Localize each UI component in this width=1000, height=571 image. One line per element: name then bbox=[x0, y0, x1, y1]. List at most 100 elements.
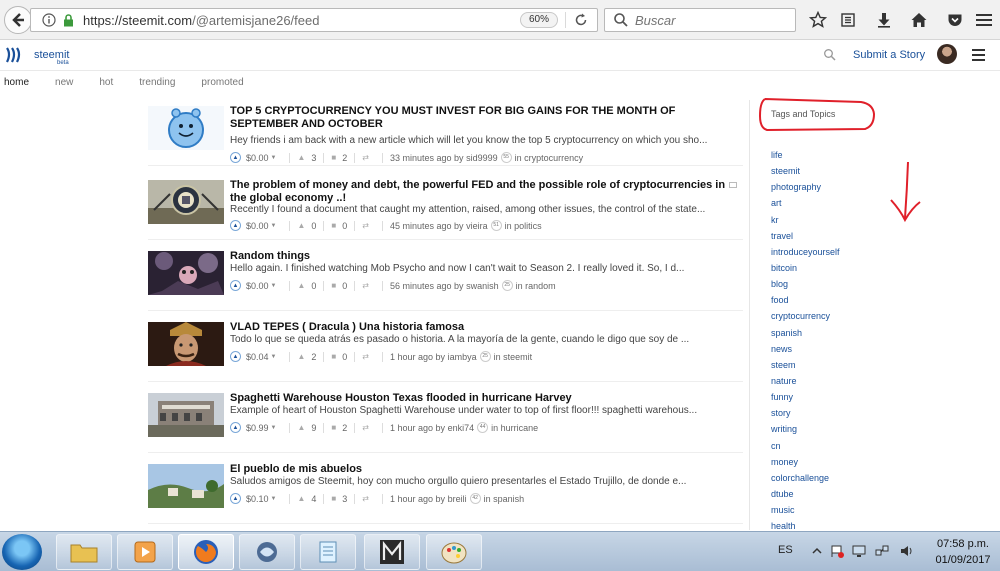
pocket-button[interactable] bbox=[943, 8, 967, 32]
language-indicator[interactable]: ES bbox=[778, 544, 793, 556]
firefox-taskbar-button[interactable] bbox=[178, 534, 234, 570]
post-title[interactable]: El pueblo de mis abuelos bbox=[230, 463, 730, 476]
tag-link[interactable]: spanish bbox=[771, 327, 840, 343]
resteem-icon[interactable]: ⇄ bbox=[362, 494, 369, 503]
resteem-icon[interactable]: ⇄ bbox=[362, 221, 369, 230]
nav-promoted[interactable]: promoted bbox=[201, 72, 243, 94]
tag-link[interactable]: funny bbox=[771, 391, 840, 407]
post-title[interactable]: The problem of money and debt, the power… bbox=[230, 179, 730, 204]
post-time[interactable]: 1 hour ago bbox=[390, 352, 433, 362]
upvote-icon[interactable]: ▲ bbox=[230, 152, 241, 163]
nav-trending[interactable]: trending bbox=[139, 72, 175, 94]
post-comments[interactable]: 2 bbox=[342, 153, 347, 163]
tag-link[interactable]: photography bbox=[771, 181, 840, 197]
post-category[interactable]: random bbox=[525, 281, 556, 291]
post-time[interactable]: 33 minutes ago bbox=[390, 153, 452, 163]
upvote-icon[interactable]: ▲ bbox=[230, 493, 241, 504]
steemit-logo-icon[interactable] bbox=[4, 45, 24, 65]
network-icon[interactable] bbox=[875, 544, 889, 558]
nav-home[interactable]: home bbox=[4, 72, 29, 94]
post-author[interactable]: sid9999 bbox=[466, 153, 498, 163]
post-excerpt[interactable]: Todo lo que se queda atrás es pasado o h… bbox=[230, 334, 730, 346]
nav-hot[interactable]: hot bbox=[99, 72, 113, 94]
chevron-down-icon[interactable]: ▼ bbox=[271, 354, 277, 360]
media-player-taskbar-button[interactable] bbox=[117, 534, 173, 570]
post-thumbnail[interactable] bbox=[148, 393, 224, 437]
post-author[interactable]: iambya bbox=[448, 352, 477, 362]
tag-link[interactable]: bitcoin bbox=[771, 262, 840, 278]
tag-link[interactable]: cryptocurrency bbox=[771, 310, 840, 326]
tag-link[interactable]: news bbox=[771, 343, 840, 359]
upvote-icon[interactable]: ▲ bbox=[230, 220, 241, 231]
post-payout[interactable]: $0.99 bbox=[246, 423, 269, 433]
post-author[interactable]: swanish bbox=[466, 281, 499, 291]
chevron-down-icon[interactable]: ▼ bbox=[271, 496, 277, 502]
info-icon[interactable] bbox=[39, 10, 59, 30]
system-clock[interactable]: 07:58 p.m. 01/09/2017 bbox=[928, 536, 998, 568]
display-icon[interactable] bbox=[852, 544, 866, 558]
post-title[interactable]: TOP 5 CRYPTOCURRENCY YOU MUST INVEST FOR… bbox=[230, 105, 730, 130]
post-category[interactable]: spanish bbox=[493, 494, 524, 504]
post-thumbnail[interactable] bbox=[148, 106, 224, 150]
post-comments[interactable]: 2 bbox=[342, 423, 347, 433]
start-button[interactable] bbox=[2, 534, 42, 570]
post-author[interactable]: enki74 bbox=[448, 423, 475, 433]
post-payout[interactable]: $0.10 bbox=[246, 494, 269, 504]
tag-link[interactable]: dtube bbox=[771, 488, 840, 504]
post-payout[interactable]: $0.00 bbox=[246, 221, 269, 231]
upvote-icon[interactable]: ▲ bbox=[230, 422, 241, 433]
explorer-taskbar-button[interactable] bbox=[56, 534, 112, 570]
home-button[interactable] bbox=[907, 8, 931, 32]
reader-list-button[interactable] bbox=[836, 8, 860, 32]
post-payout[interactable]: $0.00 bbox=[246, 153, 269, 163]
tag-link[interactable]: steemit bbox=[771, 165, 840, 181]
resteem-icon[interactable]: ⇄ bbox=[362, 423, 369, 432]
post-category[interactable]: hurricane bbox=[501, 423, 539, 433]
post-category[interactable]: politics bbox=[514, 221, 542, 231]
chevron-down-icon[interactable]: ▼ bbox=[271, 425, 277, 431]
post-comments[interactable]: 0 bbox=[342, 221, 347, 231]
submit-story-link[interactable]: Submit a Story bbox=[853, 49, 925, 61]
post-title[interactable]: VLAD TEPES ( Dracula ) Una historia famo… bbox=[230, 321, 730, 334]
post-comments[interactable]: 0 bbox=[342, 352, 347, 362]
post-category[interactable]: cryptocurrency bbox=[524, 153, 583, 163]
chevron-down-icon[interactable]: ▼ bbox=[271, 283, 277, 289]
upvote-icon[interactable]: ▲ bbox=[230, 351, 241, 362]
action-center-flag-icon[interactable] bbox=[830, 544, 844, 558]
paint-taskbar-button[interactable] bbox=[426, 534, 482, 570]
tag-link[interactable]: colorchallenge bbox=[771, 472, 840, 488]
tag-link[interactable]: money bbox=[771, 456, 840, 472]
browser-search-box[interactable] bbox=[604, 8, 796, 32]
post-author[interactable]: breili bbox=[448, 494, 467, 504]
search-icon[interactable] bbox=[823, 48, 837, 62]
resteem-icon[interactable]: ⇄ bbox=[362, 352, 369, 361]
post-excerpt[interactable]: Hello again. I finished watching Mob Psy… bbox=[230, 263, 730, 275]
downloads-button[interactable] bbox=[872, 8, 896, 32]
post-time[interactable]: 45 minutes ago bbox=[390, 221, 452, 231]
tag-link[interactable]: blog bbox=[771, 278, 840, 294]
post-votes[interactable]: 9 bbox=[311, 423, 316, 433]
chevron-down-icon[interactable]: ▼ bbox=[271, 155, 277, 161]
app-taskbar-button[interactable] bbox=[239, 534, 295, 570]
tag-link[interactable]: nature bbox=[771, 375, 840, 391]
notepad-taskbar-button[interactable] bbox=[300, 534, 356, 570]
post-category[interactable]: steemit bbox=[503, 352, 532, 362]
tag-link[interactable]: music bbox=[771, 504, 840, 520]
post-time[interactable]: 1 hour ago bbox=[390, 494, 433, 504]
post-excerpt[interactable]: Saludos amigos de Steemit, hoy con mucho… bbox=[230, 476, 730, 488]
m-app-taskbar-button[interactable] bbox=[364, 534, 420, 570]
post-thumbnail[interactable] bbox=[148, 464, 224, 508]
post-votes[interactable]: 0 bbox=[311, 221, 316, 231]
tag-link[interactable]: food bbox=[771, 294, 840, 310]
tag-link[interactable]: kr bbox=[771, 214, 840, 230]
menu-button[interactable] bbox=[972, 8, 996, 32]
site-menu-icon[interactable] bbox=[972, 49, 985, 61]
post-payout[interactable]: $0.04 bbox=[246, 352, 269, 362]
bookmark-star-button[interactable] bbox=[806, 8, 830, 32]
post-title[interactable]: Spaghetti Warehouse Houston Texas floode… bbox=[230, 392, 730, 405]
post-votes[interactable]: 3 bbox=[311, 153, 316, 163]
post-thumbnail[interactable] bbox=[148, 180, 224, 224]
post-thumbnail[interactable] bbox=[148, 322, 224, 366]
post-comments[interactable]: 0 bbox=[342, 281, 347, 291]
post-votes[interactable]: 4 bbox=[311, 494, 316, 504]
